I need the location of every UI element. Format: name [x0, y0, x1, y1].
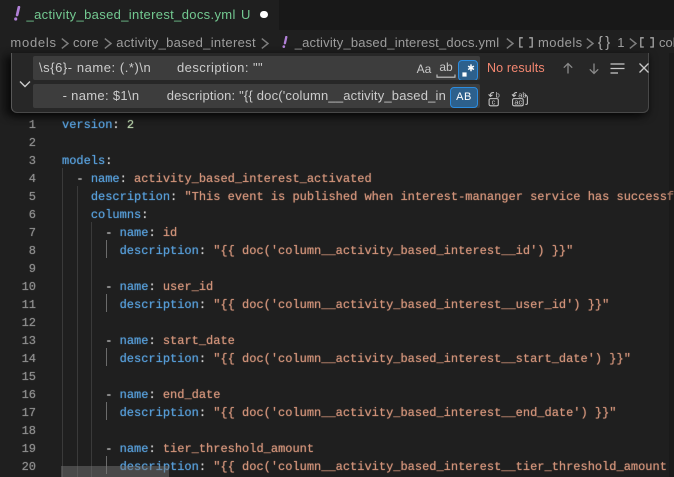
svg-text:ac: ac [514, 97, 522, 106]
svg-text:b: b [496, 91, 500, 99]
svg-text:c: c [492, 97, 496, 106]
